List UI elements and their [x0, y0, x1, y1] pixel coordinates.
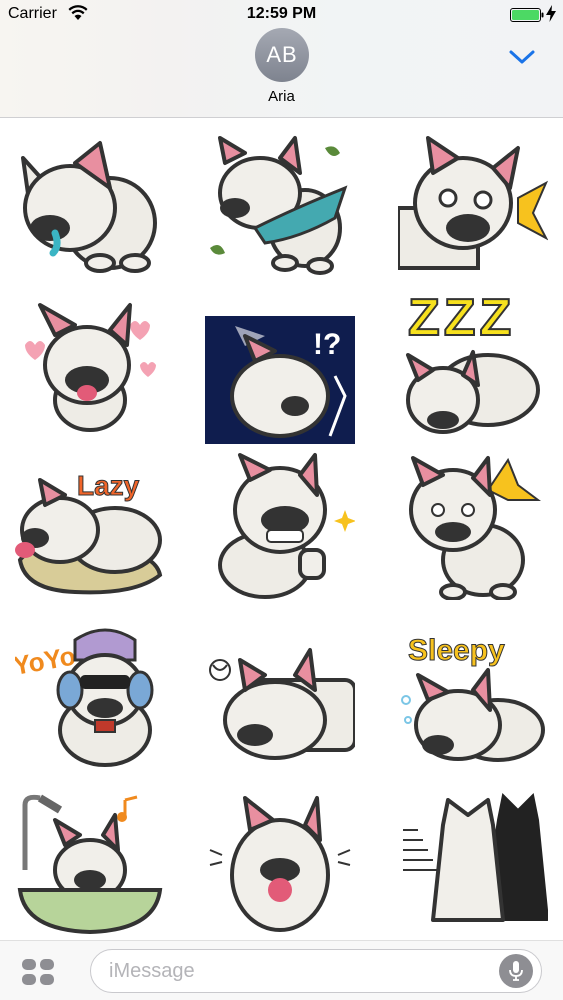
- status-time: 12:59 PM: [246, 5, 317, 22]
- sticker-lazy-pillow-bulldog[interactable]: Lazy: [15, 450, 165, 600]
- sticker-yoyo-headphones-bulldog[interactable]: YoYo: [11, 620, 165, 770]
- sticker-hearts-bulldog[interactable]: [15, 290, 165, 440]
- sticker-lying-down-bulldog[interactable]: [205, 620, 357, 770]
- conversation-header: Carrier 12:59 PM AB Aria: [0, 0, 563, 118]
- message-field[interactable]: iMessage: [90, 949, 542, 993]
- sticker-sleepy-bulldog[interactable]: Sleepy: [398, 620, 548, 770]
- chevron-down-icon[interactable]: [508, 48, 536, 66]
- battery-icon: [510, 8, 544, 22]
- sticker-caption: !?: [313, 328, 341, 361]
- sticker-caption: Sleepy: [408, 634, 505, 667]
- contact-avatar[interactable]: AB: [255, 28, 309, 82]
- sticker-happy-tongue-bulldog[interactable]: [205, 790, 355, 940]
- sticker-shocked-bulldog[interactable]: [396, 128, 549, 278]
- message-placeholder: iMessage: [109, 960, 195, 982]
- sticker-crying-bulldog[interactable]: [15, 128, 165, 278]
- contact-name[interactable]: Aria: [0, 88, 563, 105]
- sticker-shadow-bulldog[interactable]: [398, 790, 550, 940]
- sticker-bath-bulldog[interactable]: [15, 790, 165, 940]
- app-drawer-button[interactable]: [20, 957, 56, 987]
- status-bar: Carrier 12:59 PM: [0, 0, 563, 30]
- microphone-icon: [509, 961, 523, 981]
- charging-bolt-icon: [546, 5, 556, 22]
- sticker-windy-scarf-bulldog[interactable]: [205, 128, 355, 278]
- microphone-button[interactable]: [499, 954, 533, 988]
- imessage-sticker-screen: Carrier 12:59 PM AB Aria !? ZZZ Lazy YoY…: [0, 0, 563, 1000]
- sticker-caption: ZZZ: [408, 290, 515, 347]
- sticker-surprised-lightning-bulldog[interactable]: !?: [205, 306, 355, 456]
- sticker-grid: !? ZZZ Lazy YoYo Sleepy: [0, 120, 563, 940]
- message-input-bar: iMessage: [0, 940, 563, 1000]
- sticker-sleeping-zzz-bulldog[interactable]: ZZZ: [398, 288, 548, 440]
- sticker-caption: Lazy: [77, 470, 140, 501]
- sticker-thumbs-up-bulldog[interactable]: [205, 450, 356, 600]
- sticker-annoyed-bulldog[interactable]: [398, 450, 548, 601]
